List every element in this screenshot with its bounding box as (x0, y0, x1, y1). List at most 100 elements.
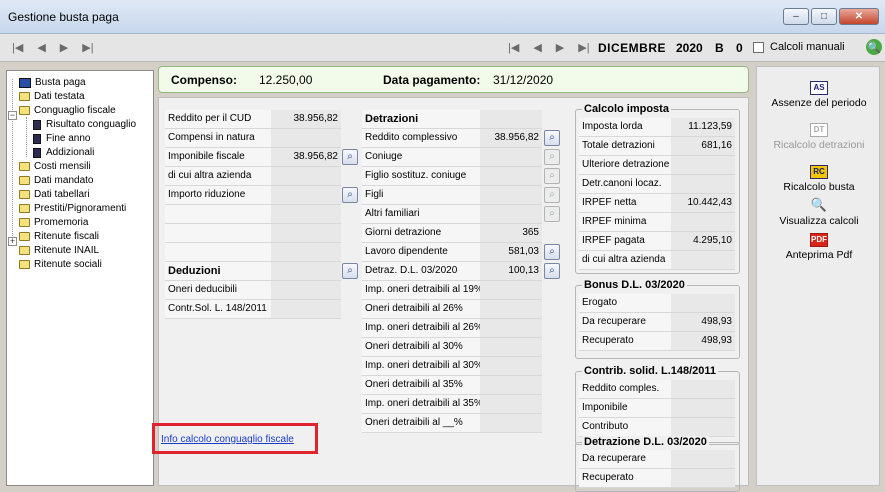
tree-item-dati-tabellari[interactable]: Dati tabellari (19, 188, 90, 201)
irpef-netta-value: 10.442,43 (671, 194, 735, 213)
info-calcolo-conguaglio-link[interactable]: Info calcolo conguaglio fiscale (161, 434, 294, 445)
period-navigator: |◀ ◀ ▶ ▶| (508, 41, 590, 54)
tree-item-prestiti[interactable]: Prestiti/Pignoramenti (19, 202, 126, 215)
document-icon (33, 119, 41, 130)
oneri-30-value (480, 338, 542, 357)
oneri-deducibili-value (271, 281, 341, 300)
altri-familiari-lens-icon[interactable]: ⌕ (544, 206, 560, 222)
period-month: DICEMBRE (598, 41, 667, 55)
close-button[interactable]: ✕ (839, 8, 879, 25)
irpef-pagata-label: IRPEF pagata (579, 232, 671, 251)
window-controls: – □ ✕ (783, 8, 879, 25)
imp-oneri-26-label: Imp. oneri detraibili al 26% (362, 319, 480, 338)
oneri-custom-value (480, 414, 542, 433)
tree-collapse-conguaglio[interactable]: − (8, 111, 17, 120)
last-record-button[interactable]: ▶| (82, 41, 93, 54)
irpef-pagata-value: 4.295,10 (671, 232, 735, 251)
first-record-button[interactable]: |◀ (12, 41, 23, 54)
maximize-button[interactable]: □ (811, 8, 837, 25)
anteprima-pdf-button[interactable]: PDF Anteprima Pdf (761, 229, 877, 271)
first-period-button[interactable]: |◀ (508, 41, 519, 54)
window-title: Gestione busta paga (8, 10, 119, 24)
tree-item-conguaglio-fiscale[interactable]: Conguaglio fiscale (19, 104, 116, 117)
compenso-label: Compenso: (171, 73, 237, 87)
assenze-periodo-button[interactable]: AS Assenze del periodo (761, 77, 877, 119)
tree-item-dati-mandato[interactable]: Dati mandato (19, 174, 93, 187)
imp-oneri-30-value (480, 357, 542, 376)
imp-oneri-19-label: Imp. oneri detraibili al 19% (362, 281, 480, 300)
detraz-dl-value: 100,13 (480, 262, 542, 281)
minimize-button[interactable]: – (783, 8, 809, 25)
period-number: 0 (736, 41, 743, 55)
manual-calc-label[interactable]: Calcoli manuali (770, 41, 845, 53)
altra-azienda-value (271, 167, 341, 186)
folder-icon (19, 162, 30, 171)
coniuge-lens-icon[interactable]: ⌕ (544, 149, 560, 165)
compenso-value: 12.250,00 (259, 73, 313, 87)
reddito-complessivo-lens-icon[interactable]: ⌕ (544, 130, 560, 146)
reddito-cud-value: 38.956,82 (271, 110, 341, 129)
next-period-button[interactable]: ▶ (556, 41, 564, 54)
next-record-button[interactable]: ▶ (60, 41, 68, 54)
tree-item-busta-paga[interactable]: Busta paga (19, 76, 86, 89)
tree-item-addizionali[interactable]: Addizionali (33, 146, 94, 159)
lavoro-dipendente-label: Lavoro dipendente (362, 243, 480, 262)
irpef-minima-value (671, 213, 735, 232)
imposta-lorda-value: 11.123,59 (671, 118, 735, 137)
irpef-netta-label: IRPEF netta (579, 194, 671, 213)
reddito-comples-value (671, 380, 735, 399)
search-icon[interactable]: 🔍 (866, 39, 882, 55)
tree-item-dati-testata[interactable]: Dati testata (19, 90, 85, 103)
navigation-tree: − + Busta paga Dati testata Conguaglio f… (6, 70, 154, 486)
imp-oneri-30-label: Imp. oneri detraibili al 30% (362, 357, 480, 376)
tree-item-costi-mensili[interactable]: Costi mensili (19, 160, 91, 173)
importo-riduzione-value (271, 186, 341, 205)
oneri-deducibili-label: Oneri deducibili (165, 281, 271, 300)
tree-item-ritenute-inail[interactable]: Ritenute INAIL (19, 244, 99, 257)
reddito-complessivo-label: Reddito complessivo (362, 129, 480, 148)
contr-sol-value (271, 300, 341, 319)
contributo-label: Contributo (579, 418, 671, 437)
detraz-dl-lens-icon[interactable]: ⌕ (544, 263, 560, 279)
tree-item-ritenute-sociali[interactable]: Ritenute sociali (19, 258, 102, 271)
calcolo-imposta-title: Calcolo imposta (582, 103, 671, 115)
tree-item-fine-anno[interactable]: Fine anno (33, 132, 90, 145)
period-year: 2020 (676, 41, 703, 55)
irpef-altra-azienda-label: di cui altra azienda (579, 251, 671, 270)
tree-expand-inail[interactable]: + (8, 237, 17, 246)
lavoro-dipendente-lens-icon[interactable]: ⌕ (544, 244, 560, 260)
last-period-button[interactable]: ▶| (578, 41, 589, 54)
figlio-sostituz-value (480, 167, 542, 186)
figlio-sostituz-lens-icon[interactable]: ⌕ (544, 168, 560, 184)
title-bar: Gestione busta paga – □ ✕ (0, 0, 885, 34)
detrazione-dl-recuperato-label: Recuperato (579, 469, 671, 488)
importo-riduzione-lens-icon[interactable]: ⌕ (342, 187, 358, 203)
compenso-bar: Compenso: 12.250,00 Data pagamento: 31/1… (158, 66, 749, 93)
tree-item-ritenute-fiscali[interactable]: Ritenute fiscali (19, 230, 99, 243)
oneri-35-label: Oneri detraibili al 35% (362, 376, 480, 395)
imp-oneri-35-label: Imp. oneri detraibili al 35% (362, 395, 480, 414)
tree-item-risultato-conguaglio[interactable]: Risultato conguaglio (33, 118, 136, 131)
totale-detrazioni-value: 681,16 (671, 137, 735, 156)
book-icon (19, 77, 31, 88)
manual-calc-checkbox[interactable] (753, 42, 764, 53)
imponibile-fiscale-lens-icon[interactable]: ⌕ (342, 149, 358, 165)
figli-lens-icon[interactable]: ⌕ (544, 187, 560, 203)
coniuge-label: Coniuge (362, 148, 480, 167)
magnifier-icon: 🔍 (810, 197, 828, 212)
imponibile-fiscale-value: 38.956,82 (271, 148, 341, 167)
prev-record-button[interactable]: ◀ (37, 41, 45, 54)
reddito-comples-label: Reddito comples. (579, 380, 671, 399)
deduzioni-lens-icon[interactable]: ⌕ (342, 263, 358, 279)
bonus-recuperato-value: 498,93 (671, 332, 735, 351)
folder-icon (19, 246, 30, 255)
bonus-erogato-label: Erogato (579, 294, 671, 313)
compensi-natura-value (271, 129, 341, 148)
oneri-26-label: Oneri detraibili al 26% (362, 300, 480, 319)
prev-period-button[interactable]: ◀ (533, 41, 541, 54)
ricalcolo-detrazioni-button[interactable]: DT Ricalcolo detrazioni (761, 119, 877, 161)
tree-item-promemoria[interactable]: Promemoria (19, 216, 88, 229)
altri-familiari-label: Altri familiari (362, 205, 480, 224)
altra-azienda-label: di cui altra azienda (165, 167, 271, 186)
action-sidebar: AS Assenze del periodo DT Ricalcolo detr… (756, 66, 880, 486)
